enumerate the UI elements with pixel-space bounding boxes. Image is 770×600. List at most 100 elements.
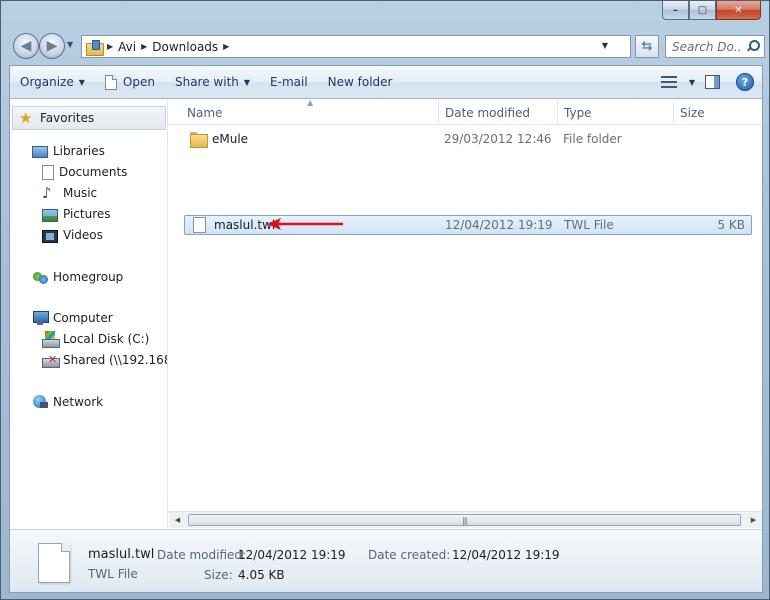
nav-item-favorites[interactable]: ★ Favorites: [12, 106, 166, 130]
documents-icon: [42, 164, 54, 180]
column-header-date-modified[interactable]: Date modified: [439, 100, 558, 125]
scroll-left-button[interactable]: ◀: [169, 512, 186, 528]
file-date: 12/04/2012 19:19: [445, 218, 553, 232]
scroll-right-button[interactable]: ▶: [745, 512, 762, 528]
organize-button[interactable]: Organize ▼: [10, 66, 95, 98]
details-size-value: 4.05 KB: [238, 568, 285, 582]
scrollbar-grip: |||: [461, 515, 468, 525]
help-icon[interactable]: ?: [736, 73, 754, 91]
nav-item-libraries[interactable]: Libraries: [10, 141, 105, 161]
nav-item-network[interactable]: Network: [10, 392, 103, 412]
nav-item-music[interactable]: ♪ Music: [10, 183, 97, 203]
refresh-icon: ⇆: [641, 39, 653, 54]
pictures-icon: [42, 208, 58, 222]
computer-icon: [32, 310, 49, 326]
email-button[interactable]: E-mail: [260, 66, 318, 98]
address-history-dropdown-icon[interactable]: ▼: [602, 41, 608, 50]
share-with-label: Share with: [174, 75, 239, 89]
document-icon: [104, 74, 117, 90]
file-icon: [38, 543, 70, 583]
back-button[interactable]: ◀: [13, 33, 39, 59]
nav-label-homegroup: Homegroup: [53, 270, 124, 284]
file-list: ▲ Name Date modified Type Size eMule 29/…: [169, 98, 762, 528]
address-bar[interactable]: ▶ Avi ▶ Downloads ▶ ▼: [81, 35, 631, 58]
file-date: 29/03/2012 12:46: [444, 132, 552, 146]
title-bar: – □ ✕: [1, 1, 769, 25]
close-button[interactable]: ✕: [716, 1, 761, 20]
breadcrumb-avi[interactable]: Avi: [118, 40, 136, 54]
nav-label-libraries: Libraries: [53, 144, 105, 158]
libraries-icon: [32, 146, 48, 158]
file-row-emule[interactable]: eMule 29/03/2012 12:46 File folder: [184, 129, 752, 149]
explorer-window: – □ ✕ ◀ ▶ ▼ ▶ Avi ▶ Downloads ▶ ▼ ⇆ Sear…: [0, 0, 770, 600]
explorer-client-area: Organize ▼ Open Share with ▼ E-mail New …: [9, 65, 763, 593]
view-options-dropdown-icon[interactable]: ▼: [689, 78, 695, 87]
details-file-type: TWL File: [88, 567, 138, 581]
chevron-right-icon[interactable]: ▶: [223, 42, 229, 51]
details-created-label: Date created:: [368, 548, 451, 562]
breadcrumb-downloads[interactable]: Downloads: [152, 40, 218, 54]
nav-label-network: Network: [53, 395, 104, 409]
homegroup-icon: [32, 269, 48, 285]
details-file-name: maslul.twl: [88, 547, 155, 562]
music-note-icon: ♪: [42, 184, 52, 202]
nav-item-documents[interactable]: Documents: [10, 162, 127, 182]
file-name-cell: maslul.twl: [191, 217, 275, 233]
nav-label-pictures: Pictures: [63, 207, 111, 221]
local-disk-icon: [42, 331, 60, 348]
maximize-button[interactable]: □: [689, 1, 716, 20]
scrollbar-thumb[interactable]: |||: [188, 514, 741, 526]
file-name-cell: eMule: [190, 132, 249, 148]
open-label: Open: [122, 75, 155, 89]
nav-label-videos: Videos: [63, 228, 103, 242]
column-header-name[interactable]: Name: [181, 100, 439, 125]
forward-button[interactable]: ▶: [39, 33, 65, 59]
change-view-icon[interactable]: [660, 76, 677, 88]
horizontal-scrollbar[interactable]: ◀ ||| ▶: [169, 511, 762, 528]
details-pane: maslul.twl TWL File Date modified: 12/04…: [10, 529, 762, 592]
videos-film-icon: [42, 229, 58, 243]
details-modified-value: 12/04/2012 19:19: [238, 548, 346, 562]
chevron-right-icon[interactable]: ▶: [107, 42, 113, 51]
column-header-size[interactable]: Size: [674, 100, 754, 125]
open-button[interactable]: Open: [95, 66, 165, 98]
search-placeholder: Search Do...: [672, 39, 742, 54]
nav-label-shared: Shared (\\192.168.1.: [63, 353, 167, 367]
nav-item-shared-drive[interactable]: Shared (\\192.168.1.: [10, 350, 167, 370]
new-folder-button[interactable]: New folder: [318, 66, 403, 98]
caption-buttons: – □ ✕: [662, 1, 761, 20]
column-header-type[interactable]: Type: [558, 100, 674, 125]
nav-label-computer: Computer: [53, 311, 113, 325]
new-folder-label: New folder: [327, 75, 393, 89]
red-annotation-arrow: [267, 218, 343, 230]
nav-item-pictures[interactable]: Pictures: [10, 204, 111, 224]
folder-icon: [190, 132, 208, 148]
nav-item-computer[interactable]: Computer: [10, 308, 113, 328]
file-name: eMule: [212, 132, 249, 146]
share-with-button[interactable]: Share with ▼: [165, 66, 260, 98]
file-type: TWL File: [564, 218, 614, 232]
column-headers: ▲ Name Date modified Type Size: [169, 98, 762, 125]
network-icon: [32, 394, 48, 410]
nav-item-videos[interactable]: Videos: [10, 225, 103, 245]
search-icon[interactable]: [746, 40, 760, 53]
details-modified-label: Date modified:: [157, 548, 247, 562]
command-bar: Organize ▼ Open Share with ▼ E-mail New …: [10, 66, 762, 99]
chevron-down-icon: ▼: [243, 77, 251, 87]
file-icon: [193, 217, 206, 233]
nav-item-local-disk[interactable]: Local Disk (C:): [10, 329, 149, 349]
search-input[interactable]: Search Do...: [665, 35, 765, 58]
navigation-pane: ★ Favorites Libraries Documents ♪ Music …: [10, 100, 168, 528]
recent-pages-dropdown-icon[interactable]: ▼: [67, 40, 73, 49]
email-label: E-mail: [270, 75, 308, 89]
refresh-button[interactable]: ⇆: [635, 35, 659, 58]
downloads-folder-icon: [86, 39, 104, 56]
preview-pane-icon[interactable]: [705, 75, 720, 89]
organize-label: Organize: [20, 75, 74, 89]
address-row: ◀ ▶ ▼ ▶ Avi ▶ Downloads ▶ ▼ ⇆ Search Do.…: [9, 31, 765, 61]
nav-label-favorites: Favorites: [40, 111, 95, 125]
minimize-button[interactable]: –: [662, 1, 689, 20]
nav-item-homegroup[interactable]: Homegroup: [10, 267, 123, 287]
nav-label-music: Music: [63, 186, 98, 200]
chevron-right-icon[interactable]: ▶: [141, 42, 147, 51]
